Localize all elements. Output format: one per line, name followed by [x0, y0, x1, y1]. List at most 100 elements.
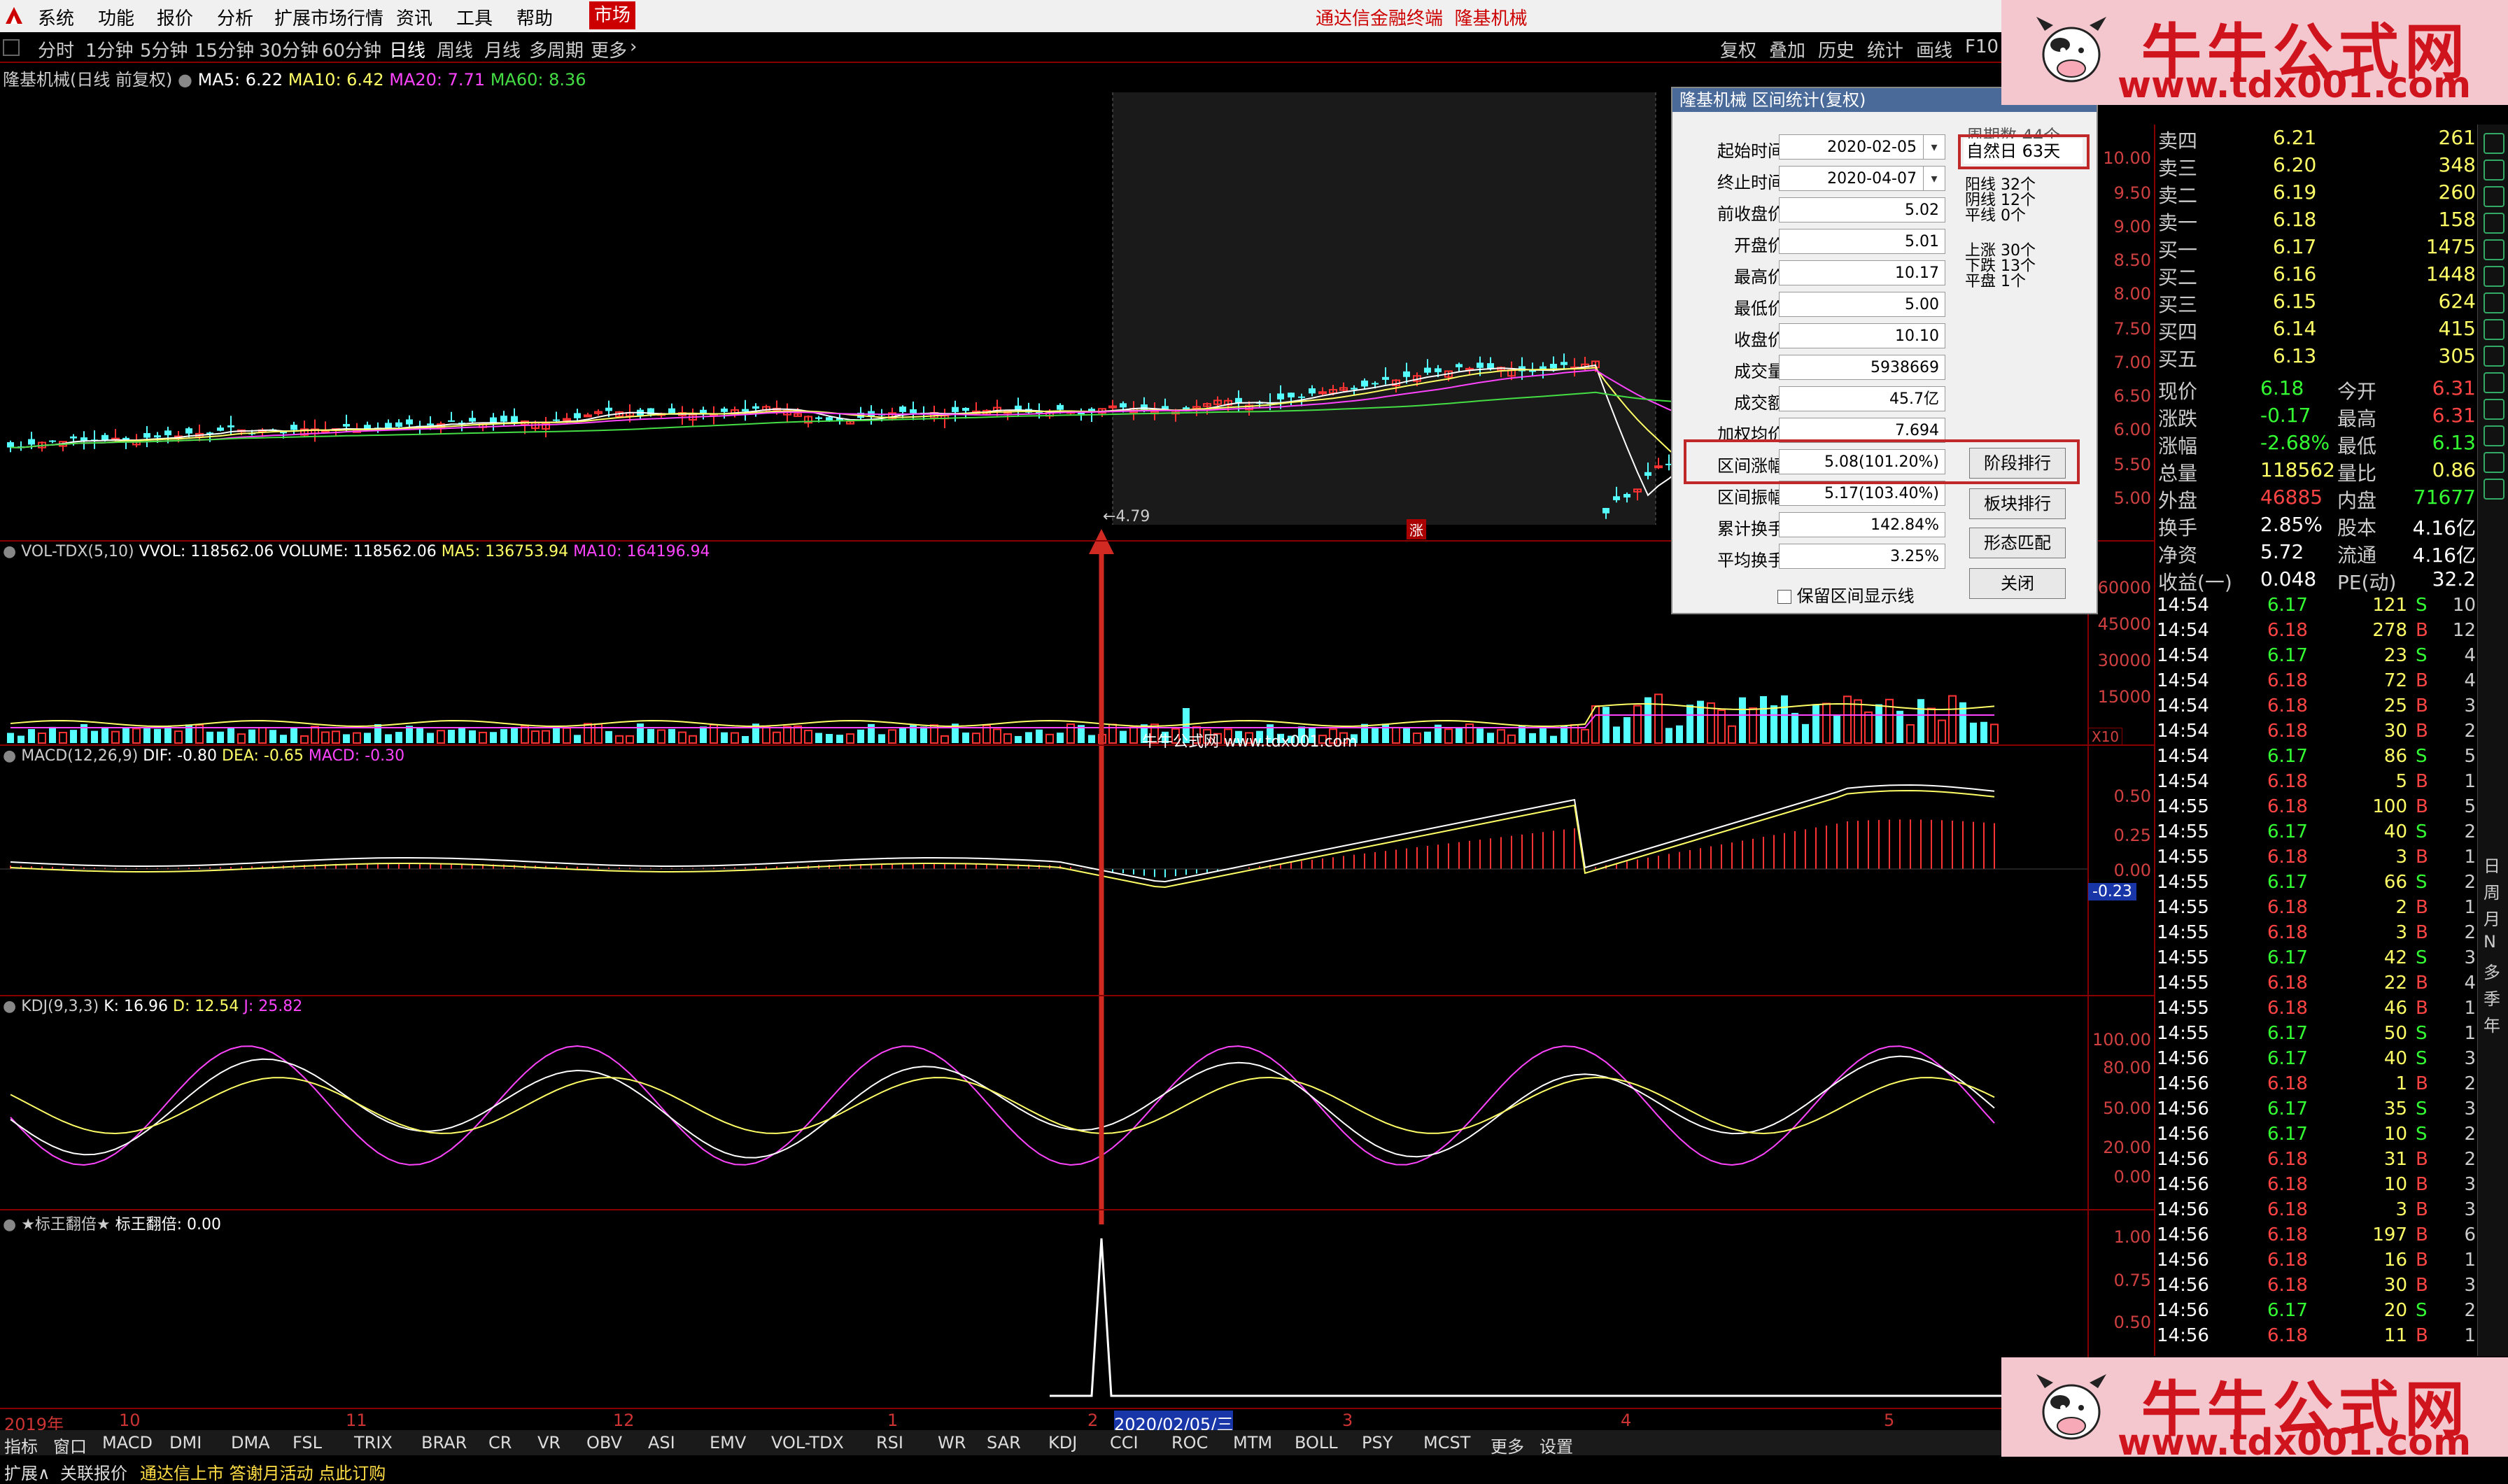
tick-count: 1 [2464, 847, 2476, 868]
settings-circle-icon[interactable]: ● [3, 1216, 16, 1234]
keep-interval-lines-checkbox[interactable]: 保留区间显示线 [1777, 582, 1915, 607]
period-shortcut[interactable]: 月 [2484, 905, 2500, 930]
orderbook-row[interactable]: 卖四 6.21 261 [2155, 125, 2479, 153]
tick-row: 14:56 6.18 197 B 6 [2155, 1223, 2479, 1248]
side-tool-icon[interactable] [2484, 452, 2505, 473]
period-shortcut[interactable]: 日 [2484, 852, 2500, 877]
indicator-tab[interactable]: 指标 [4, 1433, 38, 1457]
field-label: 区间振幅 [1717, 488, 1784, 507]
orderbook-row[interactable]: 买三 6.15 624 [2155, 288, 2479, 316]
side-tool-icon[interactable] [2484, 319, 2505, 340]
settings-circle-icon[interactable]: ● [3, 543, 16, 560]
close-button[interactable]: 关闭 [1969, 568, 2066, 599]
tick-price: 6.17 [2267, 595, 2308, 616]
banner-url: www.tdx001.com [2118, 64, 2472, 106]
indicator-tab[interactable]: WR [938, 1433, 966, 1453]
side-tool-icon[interactable] [2484, 186, 2505, 207]
settings-circle-icon[interactable]: ● [3, 747, 16, 765]
indicator-tab[interactable]: VR [537, 1433, 561, 1453]
orderbook-row[interactable]: 卖二 6.19 260 [2155, 179, 2479, 207]
side-tool-icon[interactable] [2484, 292, 2505, 313]
indicator-tab[interactable]: BOLL [1295, 1433, 1338, 1453]
period-shortcut[interactable]: 周 [2484, 879, 2500, 903]
field-value[interactable]: 2020-02-05 ▾ [1779, 134, 1945, 160]
side-tool-icon[interactable] [2484, 479, 2505, 500]
side-tool-icon[interactable] [2484, 133, 2505, 154]
indicator-tab[interactable]: 窗口 [53, 1433, 87, 1457]
orderbook-row[interactable]: 买二 6.16 1448 [2155, 261, 2479, 289]
indicator-tab[interactable]: KDJ [1048, 1433, 1077, 1453]
side-tool-icon[interactable] [2484, 425, 2505, 446]
dropdown-arrow-icon[interactable]: ▾ [1923, 167, 1945, 190]
orderbook-row[interactable]: 买五 6.13 305 [2155, 343, 2479, 371]
tick-count: 3 [2464, 695, 2476, 716]
stat-label: 收益(一) [2158, 571, 2232, 594]
period-shortcut[interactable]: 多 [2484, 959, 2500, 983]
expand-button[interactable]: 扩展∧ [4, 1460, 50, 1484]
stat-value: 6.31 [2432, 376, 2476, 400]
orderbook-side: 卖二 [2158, 184, 2198, 207]
orderbook-side: 买五 [2158, 348, 2198, 371]
stat-value: 46885 [2260, 486, 2323, 509]
indicator-tab[interactable]: CR [488, 1433, 512, 1453]
tick-row: 14:56 6.18 31 B 2 [2155, 1147, 2479, 1173]
tick-side: B [2416, 897, 2428, 918]
field-value[interactable]: 2020-04-07 ▾ [1779, 166, 1945, 191]
indicator-tab[interactable]: MCST [1423, 1433, 1470, 1453]
indicator-tab[interactable]: PSY [1362, 1433, 1393, 1453]
indicator-tab[interactable]: FSL [293, 1433, 322, 1453]
tick-row: 14:54 6.18 278 B 12 [2155, 619, 2479, 644]
period-shortcut[interactable]: N [2484, 932, 2496, 952]
indicator-tab[interactable]: DMI [169, 1433, 202, 1453]
settings-circle-icon[interactable]: ● [3, 998, 16, 1015]
tick-volume: 10 [2383, 1124, 2407, 1145]
indicator-tab[interactable]: SAR [987, 1433, 1021, 1453]
indicator-tab[interactable]: CCI [1110, 1433, 1139, 1453]
orderbook-row[interactable]: 买一 6.17 1475 [2155, 234, 2479, 262]
orderbook-row[interactable]: 卖三 6.20 348 [2155, 152, 2479, 180]
dropdown-arrow-icon[interactable]: ▾ [1923, 135, 1945, 159]
indicator-tab[interactable]: EMV [710, 1433, 746, 1453]
status-ticker[interactable]: 通达信上市 答谢月活动 点此订购 [140, 1460, 386, 1484]
indicator-tab[interactable]: VOL-TDX [771, 1433, 844, 1453]
stat-value: 2.85% [2260, 513, 2323, 536]
side-tool-icon[interactable] [2484, 160, 2505, 181]
field-label: 成交额 [1734, 393, 1784, 413]
side-toolbar: 日周月N多季年 [2477, 125, 2508, 1356]
indicator-tab[interactable]: DMA [231, 1433, 270, 1453]
orderbook-row[interactable]: 买四 6.14 415 [2155, 316, 2479, 344]
y-tick-label: 0.50 [2113, 1313, 2151, 1332]
indicator-tab[interactable]: TRIX [354, 1433, 393, 1453]
indicator-tab[interactable]: 更多 [1491, 1433, 1524, 1457]
indicator-tab[interactable]: BRAR [421, 1433, 467, 1453]
linked-quote-button[interactable]: 关联报价 [60, 1460, 127, 1484]
side-tool-icon[interactable] [2484, 213, 2505, 234]
indicator-tab[interactable]: ASI [648, 1433, 675, 1453]
tick-side: B [2416, 620, 2428, 641]
indicator-tab[interactable]: RSI [876, 1433, 903, 1453]
period-shortcut[interactable]: 季 [2484, 985, 2500, 1010]
checkbox-icon[interactable] [1777, 590, 1791, 604]
tick-volume: 30 [2383, 1275, 2407, 1296]
side-tool-icon[interactable] [2484, 239, 2505, 260]
tick-count: 1 [2464, 1325, 2476, 1346]
period-shortcut[interactable]: 年 [2484, 1012, 2500, 1036]
side-tool-icon[interactable] [2484, 399, 2505, 420]
indicator-tab[interactable]: OBV [586, 1433, 622, 1453]
sector-rank-button[interactable]: 板块排行 [1969, 488, 2066, 519]
indicator-tab[interactable]: MACD [102, 1433, 153, 1453]
y-tick-label: 100.00 [2092, 1030, 2151, 1050]
tick-time: 14:55 [2157, 796, 2209, 817]
stat-label: 现价 [2158, 380, 2198, 403]
indicator-tab[interactable]: MTM [1233, 1433, 1272, 1453]
indicator-tab[interactable]: 设置 [1540, 1433, 1573, 1457]
pattern-match-button[interactable]: 形态匹配 [1969, 528, 2066, 558]
side-tool-icon[interactable] [2484, 372, 2505, 393]
indicator-tab[interactable]: ROC [1171, 1433, 1208, 1453]
side-tool-icon[interactable] [2484, 266, 2505, 287]
quote-panel: 卖四 6.21 261 卖三 6.20 348 卖二 6.19 260 卖一 6.18 158 买一 6.… [2154, 125, 2479, 1356]
side-tool-icon[interactable] [2484, 346, 2505, 367]
orderbook-row[interactable]: 卖一 6.18 158 [2155, 206, 2479, 234]
tick-price: 6.18 [2267, 721, 2308, 742]
date-label: 11 [346, 1411, 367, 1430]
